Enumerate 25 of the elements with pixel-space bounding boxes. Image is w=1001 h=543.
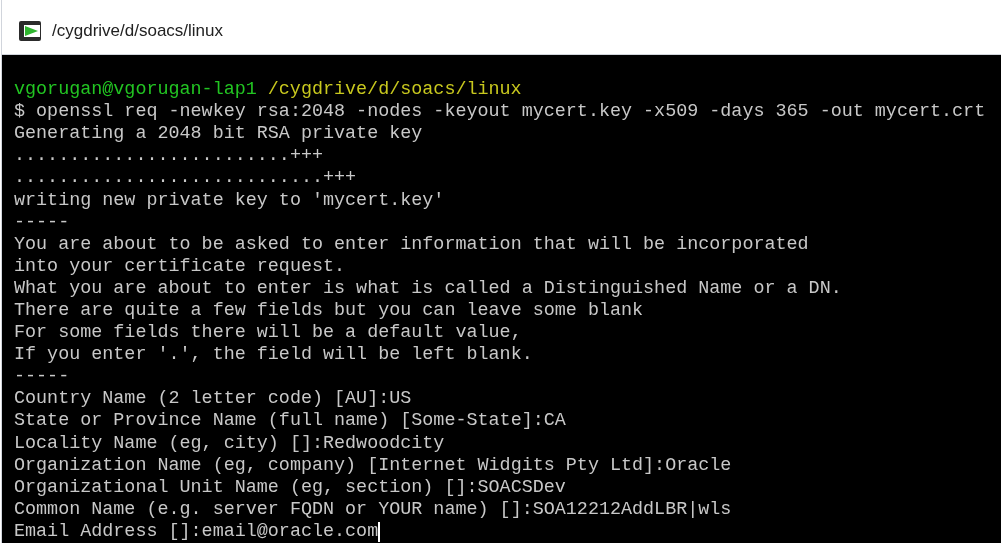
terminal-line: For some fields there will be a default value, (14, 322, 522, 345)
terminal-line: into your certificate request. (14, 255, 346, 278)
prompt-path: /cygdrive/d/soacs/linux (267, 79, 522, 102)
terminal-line: ............................+++ (14, 167, 357, 190)
terminal-line: What you are about to enter is what is called a Distinguished Name or a DN. (14, 277, 842, 300)
terminal-line: There are quite a few fields but you can leave some blank (14, 299, 644, 323)
window-title: /cygdrive/d/soacs/linux (52, 20, 224, 43)
terminal-line: .........................+++ (14, 145, 323, 168)
prompt-user-host: vgorugan@vgorugan-lap1 (14, 79, 257, 102)
terminal-line: $ openssl req -newkey rsa:2048 -nodes -keyout mycert.key -x509 -days 365 -out mycert.crt (14, 101, 986, 124)
terminal-line: If you enter '.', the field will be left blank. (14, 344, 533, 367)
terminal-line: writing new private key to 'mycert.key' (14, 189, 445, 212)
terminal-line: Organizational Unit Name (eg, section) []:SOACSDev (14, 476, 566, 499)
terminal-line: Email Address []:email@oracle.com (14, 520, 379, 543)
terminal-icon (18, 20, 44, 42)
terminal-line: ----- (14, 211, 70, 234)
terminal-line: Common Name (e.g. server FQDN or YOUR name) []:SOA12212AddLBR|wls (14, 498, 732, 521)
terminal-line: State or Province Name (full name) [Some-State]:CA (14, 410, 566, 433)
terminal-line: Country Name (2 letter code) [AU]:US (14, 388, 412, 411)
terminal-line: ----- (14, 366, 70, 389)
text-cursor (378, 521, 381, 542)
terminal-line: Locality Name (eg, city) []:Redwoodcity (14, 432, 445, 455)
terminal-line: You are about to be asked to enter information that will be incorporated (14, 233, 809, 256)
terminal-line: Generating a 2048 bit RSA private key (14, 123, 423, 146)
terminal-line: Organization Name (eg, company) [Internet Widgits Pty Ltd]:Oracle (14, 454, 732, 477)
